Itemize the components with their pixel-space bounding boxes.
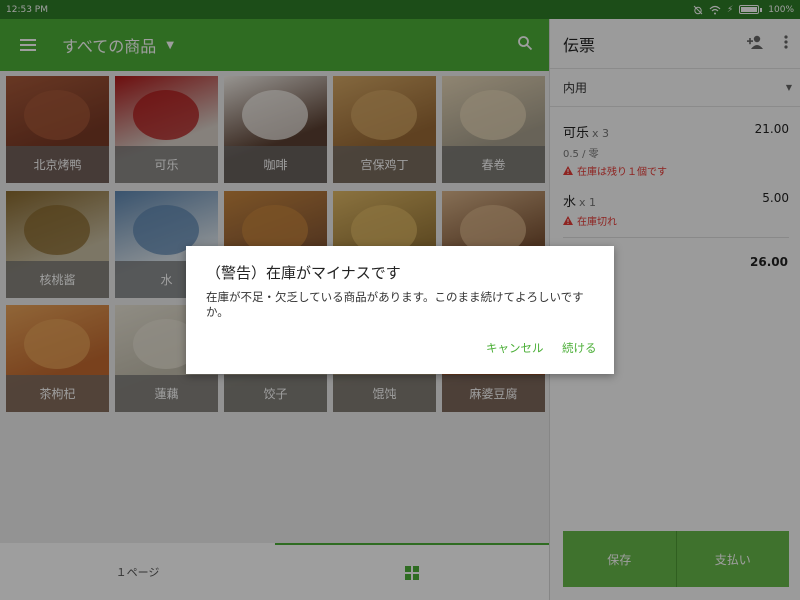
cancel-button[interactable]: キャンセル xyxy=(486,340,544,356)
continue-button[interactable]: 続ける xyxy=(562,340,597,356)
negative-stock-dialog: （警告）在庫がマイナスです 在庫が不足・欠乏している商品があります。このまま続け… xyxy=(186,246,614,374)
dialog-message: 在庫が不足・欠乏している商品があります。このまま続けてよろしいですか。 xyxy=(206,290,584,319)
dialog-title: （警告）在庫がマイナスです xyxy=(206,264,401,282)
